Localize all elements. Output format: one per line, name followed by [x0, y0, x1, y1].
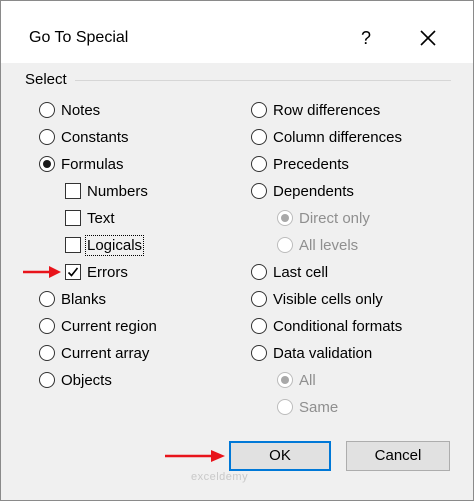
radio-label: Conditional formats: [273, 317, 403, 335]
radio-circle-selected: [277, 210, 293, 226]
radio-circle: [251, 183, 267, 199]
radio-data-validation[interactable]: Data validation: [251, 342, 372, 364]
radio-circle: [39, 318, 55, 334]
radio-circle: [39, 291, 55, 307]
checkbox-label: Logicals: [84, 234, 145, 256]
radio-label: Same: [299, 398, 339, 416]
radio-column-differences[interactable]: Column differences: [251, 126, 402, 148]
radio-visible-cells-only[interactable]: Visible cells only: [251, 288, 383, 310]
radio-circle-selected: [39, 156, 55, 172]
radio-label: Row differences: [273, 101, 381, 119]
dialog-title: Go To Special: [29, 29, 129, 46]
checkbox-errors[interactable]: Errors: [65, 261, 128, 283]
radio-circle: [277, 399, 293, 415]
radio-formulas[interactable]: Formulas: [39, 153, 124, 175]
checkbox-logicals[interactable]: Logicals: [65, 234, 145, 256]
watermark-logo: exceldemy: [191, 471, 249, 483]
radio-notes[interactable]: Notes: [39, 99, 100, 121]
select-group-label: Select: [25, 71, 67, 88]
checkbox-box: [65, 183, 81, 199]
title-bar: Go To Special ?: [1, 1, 473, 63]
radio-circle: [251, 156, 267, 172]
checkbox-box: [65, 210, 81, 226]
ok-button[interactable]: OK: [229, 441, 331, 471]
checkbox-label: Numbers: [87, 182, 148, 200]
radio-label: Notes: [61, 101, 101, 119]
radio-label: All levels: [299, 236, 359, 254]
radio-label: Formulas: [61, 155, 124, 173]
radio-label: Data validation: [273, 344, 373, 362]
radio-label: Dependents: [273, 182, 354, 200]
radio-circle: [39, 102, 55, 118]
radio-dependents[interactable]: Dependents: [251, 180, 354, 202]
radio-all-levels[interactable]: All levels: [277, 234, 358, 256]
cancel-button[interactable]: Cancel: [346, 441, 450, 471]
radio-circle: [251, 318, 267, 334]
radio-label: Column differences: [273, 128, 402, 146]
group-divider: [75, 80, 451, 81]
radio-circle: [277, 237, 293, 253]
radio-last-cell[interactable]: Last cell: [251, 261, 328, 283]
radio-circle: [251, 129, 267, 145]
close-icon: [420, 30, 436, 46]
radio-label: Current array: [61, 344, 150, 362]
radio-circle: [39, 372, 55, 388]
checkbox-text[interactable]: Text: [65, 207, 115, 229]
radio-label: Last cell: [273, 263, 329, 281]
radio-row-differences[interactable]: Row differences: [251, 99, 380, 121]
radio-label: Constants: [61, 128, 129, 146]
radio-direct-only[interactable]: Direct only: [277, 207, 370, 229]
radio-validation-same[interactable]: Same: [277, 396, 338, 418]
radio-label: Direct only: [299, 209, 370, 227]
annotation-arrow-icon: [23, 266, 61, 278]
close-button[interactable]: [415, 25, 441, 51]
radio-precedents[interactable]: Precedents: [251, 153, 349, 175]
radio-blanks[interactable]: Blanks: [39, 288, 106, 310]
radio-label: Objects: [61, 371, 112, 389]
radio-conditional-formats[interactable]: Conditional formats: [251, 315, 402, 337]
radio-label: All: [299, 371, 316, 389]
checkbox-numbers[interactable]: Numbers: [65, 180, 148, 202]
radio-circle-selected: [277, 372, 293, 388]
radio-circle: [251, 345, 267, 361]
radio-validation-all[interactable]: All: [277, 369, 316, 391]
radio-label: Current region: [61, 317, 157, 335]
radio-label: Precedents: [273, 155, 349, 173]
checkbox-label: Errors: [87, 263, 128, 281]
radio-circle: [251, 102, 267, 118]
checkbox-box-checked: [65, 264, 81, 280]
go-to-special-dialog: Go To Special ? Select Notes Constants F…: [0, 0, 474, 501]
radio-circle: [251, 264, 267, 280]
radio-circle: [251, 291, 267, 307]
radio-objects[interactable]: Objects: [39, 369, 112, 391]
annotation-arrow-icon: [165, 450, 225, 462]
radio-current-region[interactable]: Current region: [39, 315, 157, 337]
radio-circle: [39, 345, 55, 361]
help-button[interactable]: ?: [355, 25, 377, 51]
checkmark-icon: [67, 267, 79, 277]
radio-label: Blanks: [61, 290, 107, 308]
checkbox-label: Text: [87, 209, 115, 227]
checkbox-box: [65, 237, 81, 253]
radio-label: Visible cells only: [273, 290, 383, 308]
radio-circle: [39, 129, 55, 145]
radio-constants[interactable]: Constants: [39, 126, 129, 148]
radio-current-array[interactable]: Current array: [39, 342, 149, 364]
